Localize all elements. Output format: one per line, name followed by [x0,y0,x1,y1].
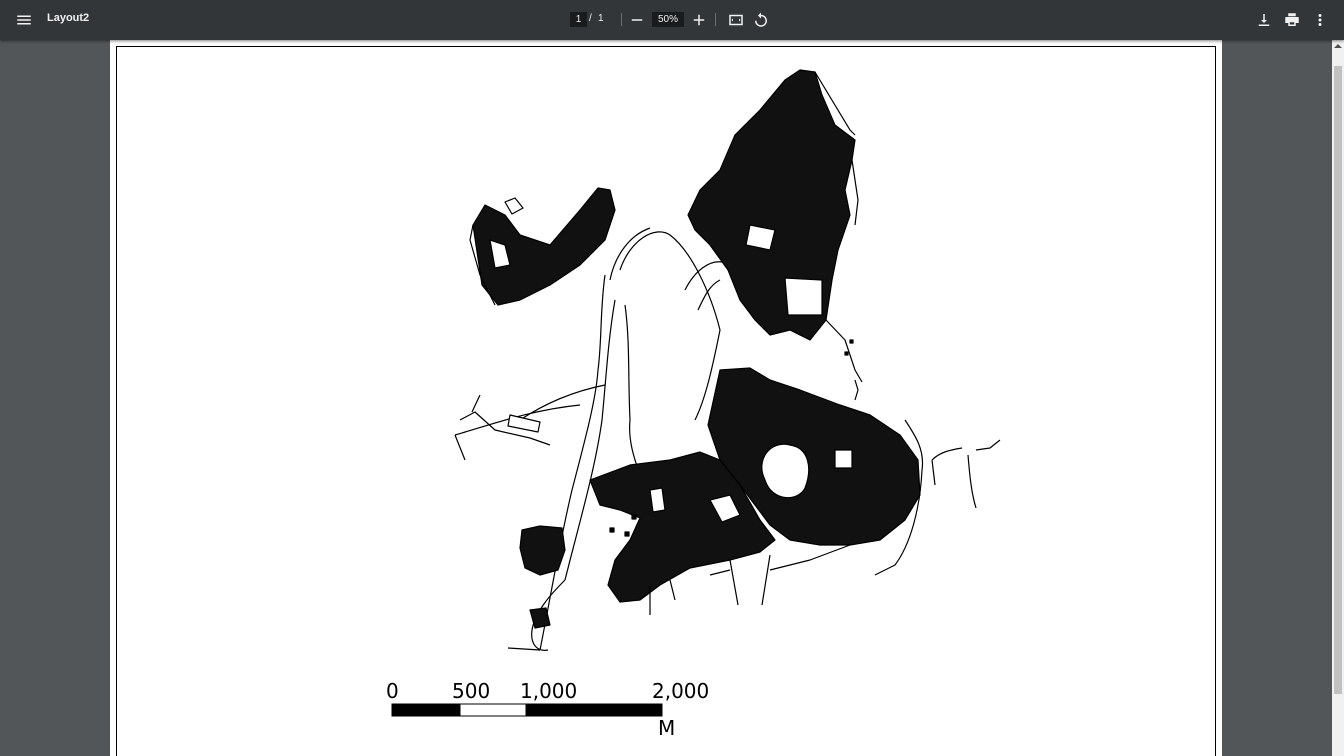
pdf-toolbar: Layout2 / 1 [0,0,1344,40]
zoom-level-input[interactable] [652,12,684,27]
map-feature [854,379,859,401]
map-district-southeast-border [931,447,963,486]
scale-label-0: 0 [386,679,399,703]
map-empty-lot [784,277,823,316]
caret-up-icon [1334,44,1342,48]
map-empty-lot [834,449,853,469]
vertical-scrollbar[interactable] [1332,40,1344,756]
toolbar-divider [715,13,716,26]
scale-label-2000: 2,000 [652,679,709,703]
fit-page-button[interactable] [722,6,750,34]
map-road [539,274,606,651]
map-road [564,299,616,581]
toolbar-divider [621,13,622,26]
map-river-outline [619,231,721,421]
page-number-input[interactable] [570,12,587,27]
zoom-out-button[interactable] [623,6,651,34]
map-scale-bar: 0 500 1,000 2,000 M [386,679,709,740]
more-options-button[interactable] [1306,6,1334,34]
map-feature [609,514,637,537]
scale-segment-white [459,703,527,717]
page-separator: / [589,13,592,24]
download-button[interactable] [1250,6,1278,34]
map-river-outline [609,227,651,476]
rotate-icon [755,12,767,27]
more-vert-icon [1318,14,1322,26]
scale-unit-label: M [658,716,675,740]
map-district-southwest [519,525,566,576]
document-title: Layout2 [47,12,90,24]
scrollbar-thumb[interactable] [1334,66,1342,694]
menu-icon [17,15,31,25]
zoom-out-icon [631,19,643,21]
map-road [684,261,723,311]
print-icon [1285,13,1299,26]
menu-button[interactable] [10,6,38,34]
pdf-page: 0 500 1,000 2,000 M [110,40,1222,756]
document-viewer[interactable]: 0 500 1,000 2,000 M [0,40,1332,756]
scale-label-500: 500 [452,679,490,703]
zoom-in-button[interactable] [685,6,713,34]
print-button[interactable] [1278,6,1306,34]
zoom-in-icon [693,14,705,26]
page-total: 1 [598,13,604,24]
rotate-button[interactable] [747,6,775,34]
scale-label-1000: 1,000 [520,679,577,703]
map-district-northeast [687,69,856,341]
map-feature [967,439,1001,509]
city-map-drawing [454,69,1001,651]
fit-page-icon [729,14,743,26]
scale-segment-black-long [525,703,663,717]
scale-segment-black [391,703,461,717]
scroll-up-arrow[interactable] [1332,40,1344,52]
download-icon [1258,14,1270,26]
map-empty-lot [745,224,776,251]
map-district-central-south-inner [649,487,666,513]
